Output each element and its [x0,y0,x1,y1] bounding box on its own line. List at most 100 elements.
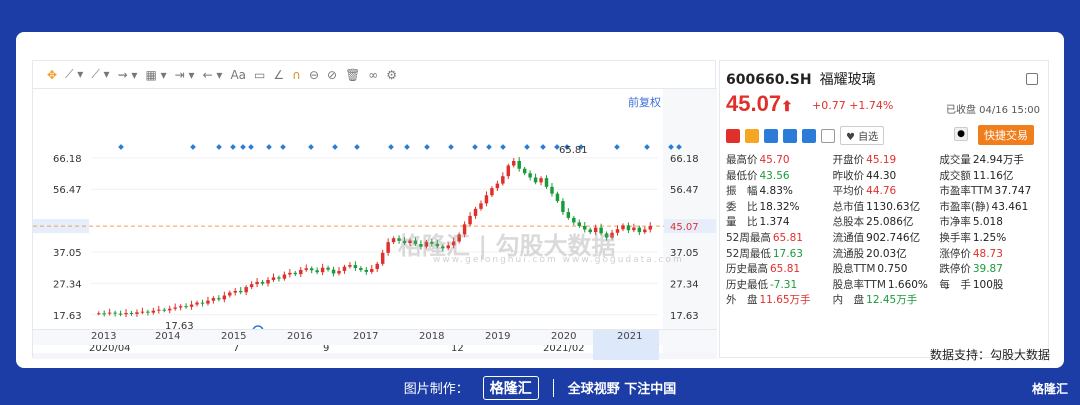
event-marker [190,144,196,150]
quote-cell: 每 手 100股 [939,278,1046,294]
quick-trade-button[interactable]: 快捷交易 [978,125,1034,145]
candle-body [107,312,112,314]
add-watchlist-button[interactable]: ♥ 自选 [840,126,885,145]
toolbar-tool-4[interactable]: ▦ ▾ [145,68,166,82]
bell-icon[interactable]: ● [954,127,968,141]
toolbar-tool-8[interactable]: ▭ [254,68,265,82]
candle-body [359,268,363,270]
candlestick-chart[interactable]: 66.18 56.47 45.07 37.05 27.34 17.63 66.18 56.47… [33,89,717,359]
toolbar-tool-2[interactable]: ⟋ ▾ [91,67,109,82]
toolbar-tool-9[interactable]: ∠ [273,68,284,82]
toolbar-tool-3[interactable]: ⇝ ▾ [118,68,138,82]
candle-body [97,313,101,315]
timeline-year: 2019 [485,331,511,342]
candle-body [342,266,347,271]
candle-body [129,312,134,314]
event-marker [500,144,506,150]
candle-body [380,252,385,264]
toolbar-tool-5[interactable]: ⇥ ▾ [175,68,195,82]
quote-value: 0.750 [877,263,908,276]
toolbar-tool-11[interactable]: ⊖ [309,68,319,82]
quote-value: 11.16亿 [972,169,1014,182]
quote-cell: 最低价 43.56 [726,169,833,185]
toolbar-tool-15[interactable]: ⚙ [386,68,397,82]
event-marker [118,144,124,150]
quote-label: 流通股 [832,247,865,260]
toolbar-tool-0[interactable]: ✥ [47,68,57,82]
candle-body [167,308,172,311]
quote-row: 外 盘 11.65万手内 盘 12.45万手 [726,293,1046,309]
quote-row: 量 比 1.374 总股本 25.086亿 市净率 5.018 [726,215,1046,231]
y-tick-label-right: 45.07 [670,222,699,233]
quote-label: 内 盘 [832,294,865,307]
toolbar-tool-7[interactable]: Aa [230,68,246,82]
timeline-year: 2021 [617,331,643,342]
candle-body [539,178,543,183]
candle-body [484,195,489,204]
candle-body [124,312,128,315]
quote-cell: 换手率 1.25% [939,231,1046,247]
lightning-icon[interactable] [745,128,759,143]
quote-cell [939,293,1046,309]
quote-cell: 量 比 1.374 [726,215,833,231]
quote-label: 52周最低 [726,247,771,260]
quote-cell: 平均价 44.76 [833,184,940,200]
candle-body [512,160,516,166]
event-marker [240,144,246,150]
quote-cell: 昨收价 44.30 [833,169,940,185]
candle-body [490,188,494,196]
watermark-url: www.gelonghui.com www.gogudata.com [433,255,684,265]
quote-cell: 总股本 25.086亿 [833,215,940,231]
quote-value: 37.747 [994,185,1032,198]
timeline-year: 2014 [155,331,181,342]
event-marker [404,144,410,150]
candle-body [244,287,248,293]
shanghai-connect-icon[interactable] [783,128,797,143]
expand-icon[interactable] [1026,73,1038,85]
candle-body [189,304,194,307]
change-percent: +1.74% [849,99,894,112]
up-arrow-icon: ⬆ [781,98,793,114]
market-status: 已收盘 04/16 15:00 [946,105,1040,116]
tag-icon[interactable] [802,128,816,143]
quote-value: 17.63 [772,247,803,260]
document-icon[interactable] [821,128,835,143]
candle-body [222,295,227,300]
candle-body [102,313,106,315]
candle-body [299,269,303,275]
y-tick-label-right: 56.47 [670,185,699,196]
toolbar-tool-12[interactable]: ⊘ [327,68,337,82]
toolbar-tool-10[interactable]: ∩ [292,68,301,82]
code-text: 600660.SH [726,72,812,88]
quote-cell: 成交量 24.94万手 [939,153,1046,169]
quote-label: 股息TTM [832,263,876,276]
quote-label: 成交量 [939,154,971,166]
y-tick-label-right: 66.18 [670,154,699,165]
timeline-year: 2020 [551,331,577,342]
toolbar-tool-1[interactable]: ⟋ ▾ [65,67,83,82]
quote-label: 历史最低 [726,278,768,291]
candle-body [228,292,232,296]
candle-body [375,263,379,269]
slogan: 全球视野 下注中国 [567,382,677,397]
quote-row: 委 比 18.32% 总市值 1130.63亿 市盈率(静) 43.461 [726,200,1046,216]
shuffle-icon[interactable] [764,128,778,143]
candle-body [211,298,216,301]
event-marker [614,144,620,150]
corner-logo: 格隆汇 [1031,382,1068,396]
toolbar-tool-13[interactable]: 🗑 [345,68,360,82]
made-by-label: 图片制作： [403,382,469,397]
toolbar-tool-14[interactable]: ∞ [368,68,378,82]
toolbar-tool-6[interactable]: ← ▾ [203,68,223,82]
timeline-navigator[interactable]: 2013 2014 2015 2016 2017 2018 2019 2020 2021 [33,329,717,360]
candle-body [157,309,161,311]
quote-label: 股息率TTM [832,278,886,291]
quote-cell: 52周最高 65.81 [726,231,833,247]
event-marker [266,144,272,150]
quote-cell: 涨停价 48.73 [939,247,1046,263]
quote-cell: 最高价 45.70 [726,153,833,169]
event-marker [486,144,492,150]
candle-body [255,281,259,285]
quote-cell: 总市值 1130.63亿 [833,200,940,216]
candle-body [151,310,156,313]
